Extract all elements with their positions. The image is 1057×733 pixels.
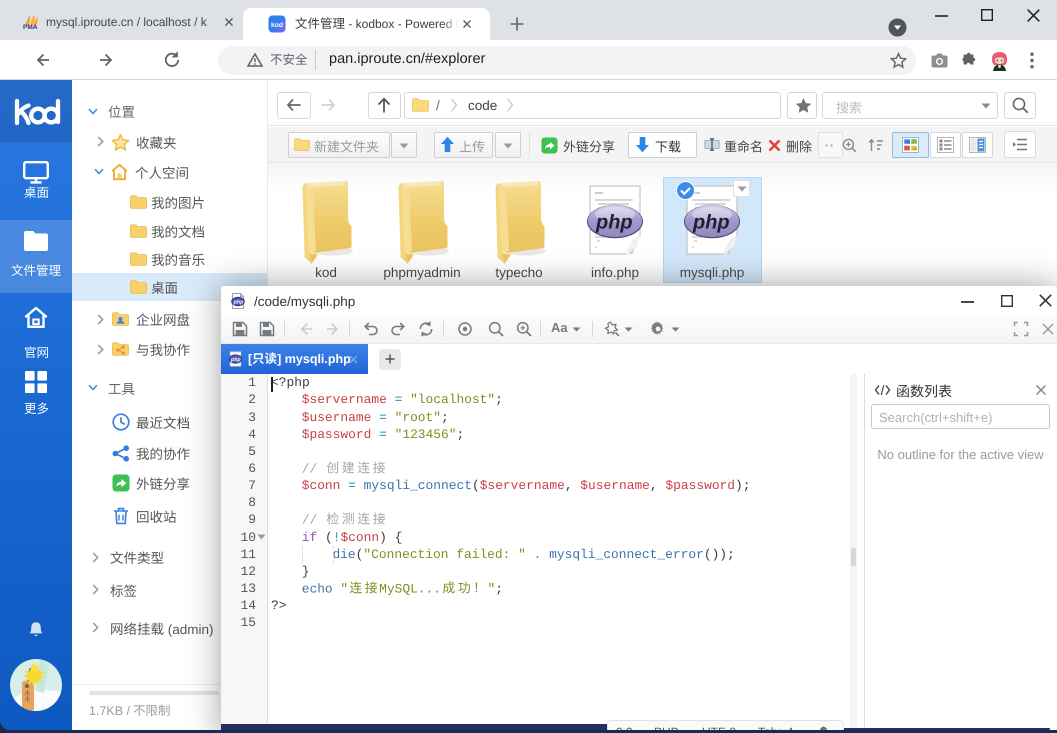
svg-text:kod: kod (271, 22, 283, 29)
svg-text:PMA: PMA (23, 24, 38, 31)
svg-text:php: php (230, 356, 241, 363)
svg-text:php: php (233, 300, 245, 306)
svg-text:php: php (692, 212, 730, 234)
svg-text:php: php (595, 212, 633, 234)
